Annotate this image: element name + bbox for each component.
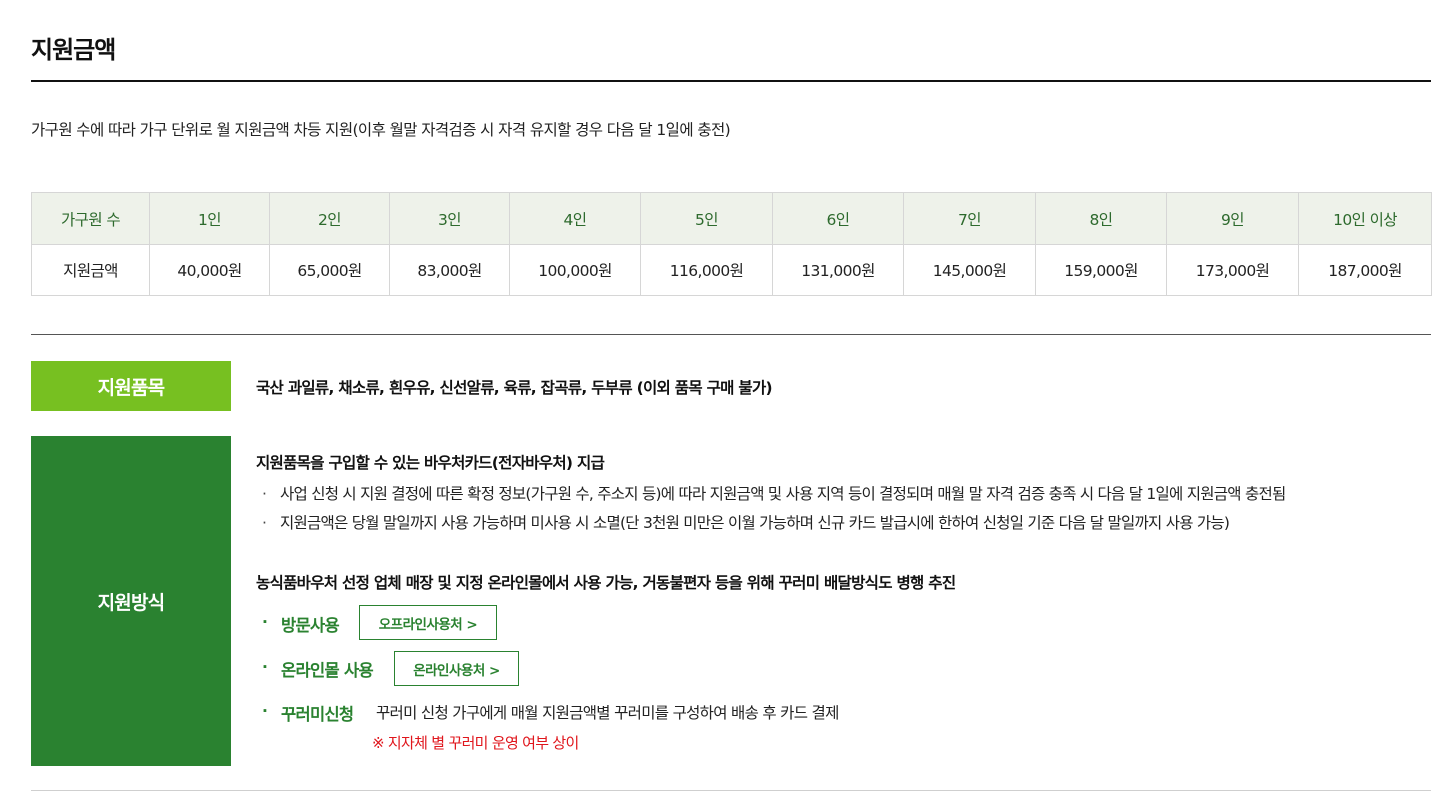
support-amount-table: 가구원 수 1인 2인 3인 4인 5인 6인 7인 8인 9인 10인 이상 … [31,192,1432,296]
amount-cell: 145,000원 [903,244,1036,296]
bullet-dot-icon: · [262,658,268,676]
section-divider [31,334,1431,335]
package-notice: ※ 지자체 별 꾸러미 운영 여부 상이 [372,734,579,752]
header-cell: 2인 [269,192,390,245]
bullet-dot-icon: · [262,702,268,720]
package-description: 꾸러미 신청 가구에게 매월 지원금액별 꾸러미를 구성하여 배송 후 카드 결… [376,704,839,722]
header-cell: 4인 [509,192,641,245]
title-divider [31,80,1431,82]
header-cell: 8인 [1035,192,1167,245]
visit-use-label: 방문사용 [281,616,340,635]
amount-cell: 187,000원 [1298,244,1432,296]
online-mall-label: 온라인몰 사용 [281,661,374,680]
voucher-card-heading: 지원품목을 구입할 수 있는 바우처카드(전자바우처) 지급 [256,454,605,472]
header-cell: 1인 [149,192,270,245]
list-item: · 지원금액은 당월 말일까지 사용 가능하며 미사용 시 소멸(단 3천원 미만… [262,511,1230,533]
header-cell: 6인 [772,192,904,245]
page-title: 지원금액 [31,36,116,64]
amount-cell: 131,000원 [772,244,904,296]
amount-cell: 159,000원 [1035,244,1167,296]
amount-cell: 173,000원 [1166,244,1299,296]
bullet-dot-icon: · [262,485,267,503]
bullet-text: 사업 신청 시 지원 결정에 따른 확정 정보(가구원 수, 주소지 등)에 따… [280,485,1286,503]
table-row: 지원금액 40,000원 65,000원 83,000원 100,000원 11… [31,244,1432,296]
amount-cell: 116,000원 [640,244,773,296]
bullet-dot-icon: · [262,613,268,631]
amount-cell: 40,000원 [149,244,270,296]
header-cell: 3인 [389,192,510,245]
header-cell: 9인 [1166,192,1299,245]
list-item: · 사업 신청 시 지원 결정에 따른 확정 정보(가구원 수, 주소지 등)에 … [262,482,1286,504]
online-stores-button[interactable]: 온라인사용처 > [394,651,519,686]
row-label-amount: 지원금액 [31,244,150,296]
amount-cell: 100,000원 [509,244,641,296]
bullet-dot-icon: · [262,514,267,532]
bottom-divider [31,790,1431,791]
amount-cell: 83,000원 [389,244,510,296]
table-header-row: 가구원 수 1인 2인 3인 4인 5인 6인 7인 8인 9인 10인 이상 [31,192,1432,245]
bullet-text: 지원금액은 당월 말일까지 사용 가능하며 미사용 시 소멸(단 3천원 미만은… [280,514,1230,532]
amount-cell: 65,000원 [269,244,390,296]
header-cell: 5인 [640,192,773,245]
intro-text: 가구원 수에 따라 가구 단위로 월 지원금액 차등 지원(이후 월말 자격검증… [31,121,731,139]
support-items-text: 국산 과일류, 채소류, 흰우유, 신선알류, 육류, 잡곡류, 두부류 (이외… [256,379,773,397]
header-cell: 10인 이상 [1298,192,1432,245]
support-items-label: 지원품목 [31,361,231,411]
usage-heading: 농식품바우처 선정 업체 매장 및 지정 온라인몰에서 사용 가능, 거동불편자… [256,574,956,592]
package-apply-label: 꾸러미신청 [281,705,354,724]
header-cell: 7인 [903,192,1036,245]
header-household-size: 가구원 수 [31,192,150,245]
support-method-label: 지원방식 [31,436,231,766]
offline-stores-button[interactable]: 오프라인사용처 > [359,605,497,640]
